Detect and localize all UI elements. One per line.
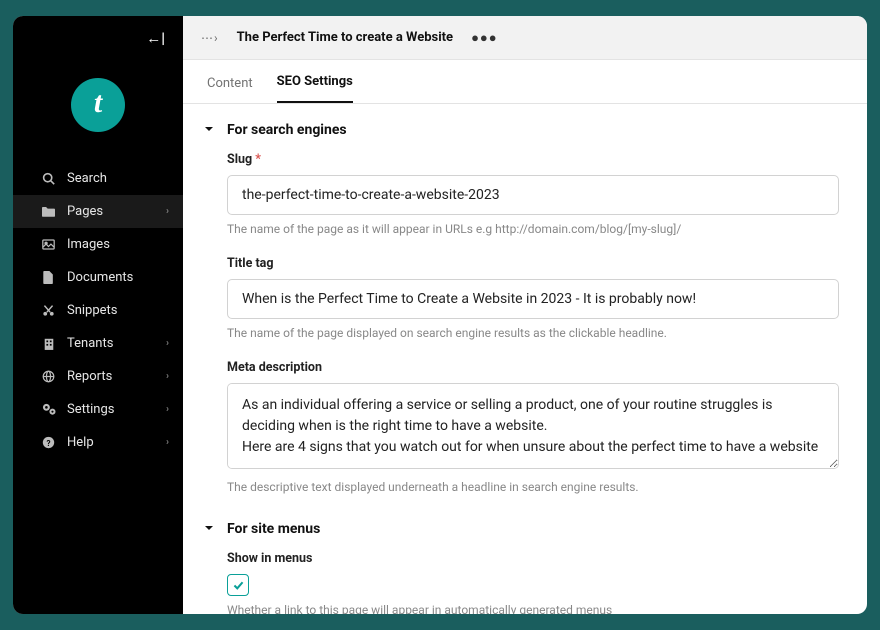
logo[interactable]: t bbox=[13, 60, 183, 162]
sidebar-item-reports[interactable]: Reports › bbox=[13, 360, 183, 393]
breadcrumb-ellipsis[interactable]: ⋯› bbox=[201, 31, 219, 45]
sidebar-item-help[interactable]: ? Help › bbox=[13, 426, 183, 459]
sidebar-item-label: Help bbox=[67, 435, 94, 450]
sidebar-item-settings[interactable]: Settings › bbox=[13, 393, 183, 426]
collapse-sidebar-icon[interactable]: ←| bbox=[146, 29, 165, 47]
main-panel: ⋯› The Perfect Time to create a Website … bbox=[183, 16, 867, 614]
tab-content[interactable]: Content bbox=[207, 76, 253, 103]
sidebar-item-search[interactable]: Search bbox=[13, 162, 183, 195]
title-tag-help: The name of the page displayed on search… bbox=[227, 325, 839, 342]
help-icon: ? bbox=[41, 436, 56, 449]
sidebar-item-label: Search bbox=[67, 171, 107, 186]
meta-description-input[interactable]: As an individual offering a service or s… bbox=[227, 383, 839, 469]
sidebar: ←| t Search Pages › bbox=[13, 16, 183, 614]
sidebar-item-label: Reports bbox=[67, 369, 112, 384]
globe-icon bbox=[41, 370, 56, 383]
sidebar-item-documents[interactable]: Documents bbox=[13, 261, 183, 294]
page-title: The Perfect Time to create a Website bbox=[237, 30, 453, 45]
svg-text:?: ? bbox=[46, 438, 50, 448]
header-actions-icon[interactable]: ●●● bbox=[471, 30, 498, 46]
section-heading-label: For site menus bbox=[227, 521, 320, 537]
slug-input[interactable] bbox=[227, 175, 839, 215]
meta-description-help: The descriptive text displayed underneat… bbox=[227, 479, 839, 496]
slug-help: The name of the page as it will appear i… bbox=[227, 221, 839, 238]
sidebar-item-images[interactable]: Images bbox=[13, 228, 183, 261]
sidebar-item-tenants[interactable]: Tenants › bbox=[13, 327, 183, 360]
chevron-down-icon bbox=[203, 123, 217, 138]
chevron-right-icon: › bbox=[166, 437, 169, 448]
logo-letter: t bbox=[94, 86, 102, 120]
slug-label: Slug * bbox=[227, 152, 839, 167]
document-icon bbox=[41, 271, 56, 284]
section-toggle-site-menus[interactable]: For site menus bbox=[203, 521, 839, 537]
section-toggle-search-engines[interactable]: For search engines bbox=[203, 122, 839, 138]
chevron-right-icon: › bbox=[166, 206, 169, 217]
search-icon bbox=[41, 172, 56, 185]
gears-icon bbox=[41, 403, 56, 416]
building-icon bbox=[41, 337, 56, 350]
tab-seo-settings[interactable]: SEO Settings bbox=[277, 74, 353, 103]
show-in-menus-checkbox[interactable] bbox=[227, 574, 249, 596]
section-heading-label: For search engines bbox=[227, 122, 347, 138]
show-in-menus-help: Whether a link to this page will appear … bbox=[227, 602, 839, 614]
sidebar-item-label: Images bbox=[67, 237, 110, 252]
chevron-right-icon: › bbox=[166, 371, 169, 382]
sidebar-item-snippets[interactable]: Snippets bbox=[13, 294, 183, 327]
sidebar-item-pages[interactable]: Pages › bbox=[13, 195, 183, 228]
chevron-right-icon: › bbox=[166, 404, 169, 415]
snippet-icon bbox=[41, 304, 56, 317]
header-bar: ⋯› The Perfect Time to create a Website … bbox=[183, 16, 867, 60]
folder-icon bbox=[41, 206, 56, 217]
sidebar-item-label: Documents bbox=[67, 270, 133, 285]
image-icon bbox=[41, 239, 56, 250]
sidebar-item-label: Snippets bbox=[67, 303, 118, 318]
show-in-menus-label: Show in menus bbox=[227, 551, 839, 566]
title-tag-input[interactable] bbox=[227, 279, 839, 319]
title-tag-label: Title tag bbox=[227, 256, 839, 271]
sidebar-item-label: Settings bbox=[67, 402, 114, 417]
meta-description-label: Meta description bbox=[227, 360, 839, 375]
sidebar-item-label: Pages bbox=[67, 204, 103, 219]
tabs: Content SEO Settings bbox=[183, 60, 867, 104]
sidebar-item-label: Tenants bbox=[67, 336, 113, 351]
chevron-down-icon bbox=[203, 522, 217, 537]
chevron-right-icon: › bbox=[166, 338, 169, 349]
